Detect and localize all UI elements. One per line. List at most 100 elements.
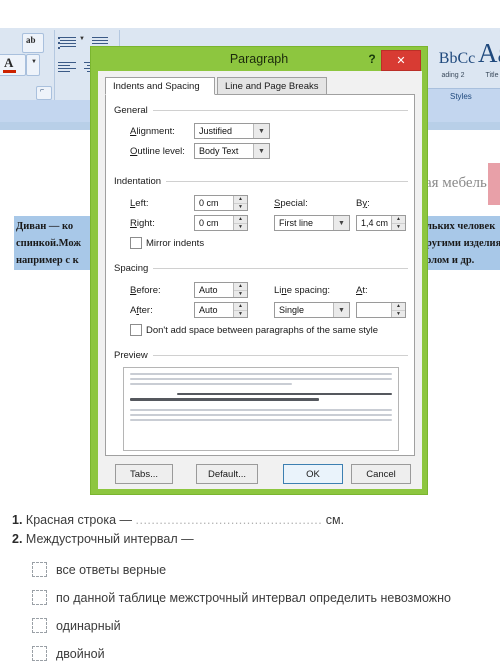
after-stepper[interactable]: Auto ▲ ▼ [194, 302, 248, 318]
by-stepper[interactable]: 1,4 cm ▲ ▼ [356, 215, 406, 231]
spacing-group-header: Spacing [114, 263, 408, 274]
close-icon: ✕ [396, 55, 406, 67]
special-value: First line [279, 218, 314, 228]
highlight-icon-button[interactable]: ab [22, 33, 44, 53]
stepper-buttons[interactable]: ▲ ▼ [233, 303, 247, 317]
font-color-icon: A [4, 55, 14, 70]
option-all-answers-correct[interactable]: все ответы верные [32, 562, 166, 577]
stepper-buttons[interactable]: ▲ ▼ [233, 196, 247, 210]
outline-level-label: Outline level: [130, 146, 185, 157]
before-value: Auto [199, 285, 218, 295]
question-1-text: Красная строка — [25, 513, 133, 527]
option-cannot-determine[interactable]: по данной таблице межстрочный интервал о… [32, 590, 451, 605]
option-label: все ответы верные [56, 562, 167, 577]
document-decoration [488, 163, 500, 205]
tab-indents-and-spacing[interactable]: Indents and Spacing [105, 77, 215, 95]
stepper-buttons[interactable]: ▲ ▼ [233, 216, 247, 230]
close-button[interactable]: ✕ [381, 50, 421, 71]
dont-add-space-checkbox[interactable]: Don't add space between paragraphs of th… [130, 324, 378, 336]
preview-sample-text [130, 393, 392, 401]
doc-line: ругими изделия [426, 238, 500, 249]
align-left-icon[interactable] [58, 62, 76, 74]
alignment-select[interactable]: Justified ▼ [194, 123, 270, 139]
stepper-buttons[interactable]: ▲ ▼ [391, 303, 405, 317]
chevron-down-icon: ▼ [333, 216, 349, 230]
dialog-body: Indents and Spacing Line and Page Breaks… [98, 71, 422, 489]
style-sample-heading2[interactable]: BbCc [437, 50, 477, 68]
tabs-button[interactable]: Tabs... [115, 464, 173, 484]
bullet-dot [58, 37, 60, 39]
question-2: 2. Междустрочный интервал — [12, 532, 194, 546]
tab-label: Line and Page Breaks [225, 80, 319, 92]
spacing-group-label: Spacing [114, 263, 149, 274]
chevron-down-icon[interactable]: ▼ [79, 36, 85, 42]
font-dialog-launcher[interactable]: ⌐ [36, 86, 52, 100]
option-label: одинарный [56, 618, 121, 633]
font-color-dropdown[interactable]: ▼ [26, 54, 40, 76]
selected-paragraph-left: Диван — ко спинкой.Мож например с к [14, 216, 102, 270]
line-spacing-select[interactable]: Single ▼ [274, 302, 350, 318]
left-indent-label: Left: [130, 198, 149, 209]
mirror-indents-checkbox[interactable]: Mirror indents [130, 237, 204, 249]
tabs-button-label: Tabs... [130, 468, 158, 480]
document-heading: ая мебель [425, 175, 487, 191]
preview-group-header: Preview [114, 350, 408, 361]
help-button[interactable]: ? [365, 51, 379, 67]
option-checkbox[interactable] [32, 646, 47, 661]
mirror-indents-label: Mirror indents [146, 237, 205, 249]
text-highlight-icon: ab [26, 35, 36, 45]
tab-strip: Indents and Spacing Line and Page Breaks [105, 77, 415, 95]
option-double[interactable]: двойной [32, 646, 105, 661]
special-label: Special: [274, 198, 308, 209]
left-indent-stepper[interactable]: 0 cm ▲ ▼ [194, 195, 248, 211]
after-value: Auto [199, 305, 218, 315]
tab-line-and-page-breaks[interactable]: Line and Page Breaks [217, 77, 327, 95]
option-label: двойной [56, 646, 105, 661]
by-label: By: [356, 198, 370, 209]
cancel-button[interactable]: Cancel [351, 464, 411, 484]
font-color-button[interactable]: A [0, 54, 26, 76]
right-indent-stepper[interactable]: 0 cm ▲ ▼ [194, 215, 248, 231]
alignment-label: AAlignment:lignment: [130, 126, 175, 137]
preview-box [123, 367, 399, 451]
ok-button[interactable]: OK [283, 464, 343, 484]
style-sample-title[interactable]: AaB [478, 38, 500, 69]
before-stepper[interactable]: Auto ▲ ▼ [194, 282, 248, 298]
default-button[interactable]: Default... [196, 464, 258, 484]
question-1-number: 1. [12, 513, 23, 527]
option-checkbox[interactable] [32, 618, 47, 633]
option-checkbox[interactable] [32, 562, 47, 577]
chevron-down-icon: ▼ [253, 144, 269, 158]
styles-group-label: Styles [450, 92, 472, 101]
at-stepper[interactable]: ▲ ▼ [356, 302, 406, 318]
chevron-down-icon: ▼ [31, 59, 37, 65]
ok-button-label: OK [306, 468, 320, 480]
cancel-button-label: Cancel [366, 468, 396, 480]
ribbon-separator [54, 30, 55, 100]
quiz-section: 1. Красная строка — ....................… [0, 500, 500, 668]
preview-group-label: Preview [114, 350, 148, 361]
option-single[interactable]: одинарный [32, 618, 121, 633]
after-label: After: [130, 305, 153, 316]
stepper-buttons[interactable]: ▲ ▼ [233, 283, 247, 297]
selected-paragraph-right: льких человек ругими изделия олом и др. [424, 216, 500, 270]
bullet-dot [58, 47, 60, 49]
option-checkbox[interactable] [32, 590, 47, 605]
default-button-label: Default... [207, 468, 247, 480]
paragraph-dialog[interactable]: Paragraph ? ✕ Indents and Spacing Line a… [90, 46, 428, 495]
checkbox-box [130, 324, 142, 336]
bullet-list-icon[interactable] [60, 37, 76, 49]
tab-panel-indents-and-spacing: General AAlignment:lignment: Justified ▼… [105, 94, 415, 456]
checkbox-box [130, 237, 142, 249]
style-name-title: Title [485, 72, 499, 79]
special-select[interactable]: First line ▼ [274, 215, 350, 231]
chevron-down-icon: ▼ [333, 303, 349, 317]
stepper-buttons[interactable]: ▲ ▼ [391, 216, 405, 230]
before-label: Before: [130, 285, 161, 296]
right-indent-label: Right: [130, 218, 155, 229]
font-color-swatch [3, 70, 16, 73]
indentation-group-label: Indentation [114, 176, 162, 187]
outline-level-select[interactable]: Body Text ▼ [194, 143, 270, 159]
question-2-text: Междустрочный интервал — [25, 532, 194, 546]
by-value: 1,4 cm [361, 218, 389, 228]
